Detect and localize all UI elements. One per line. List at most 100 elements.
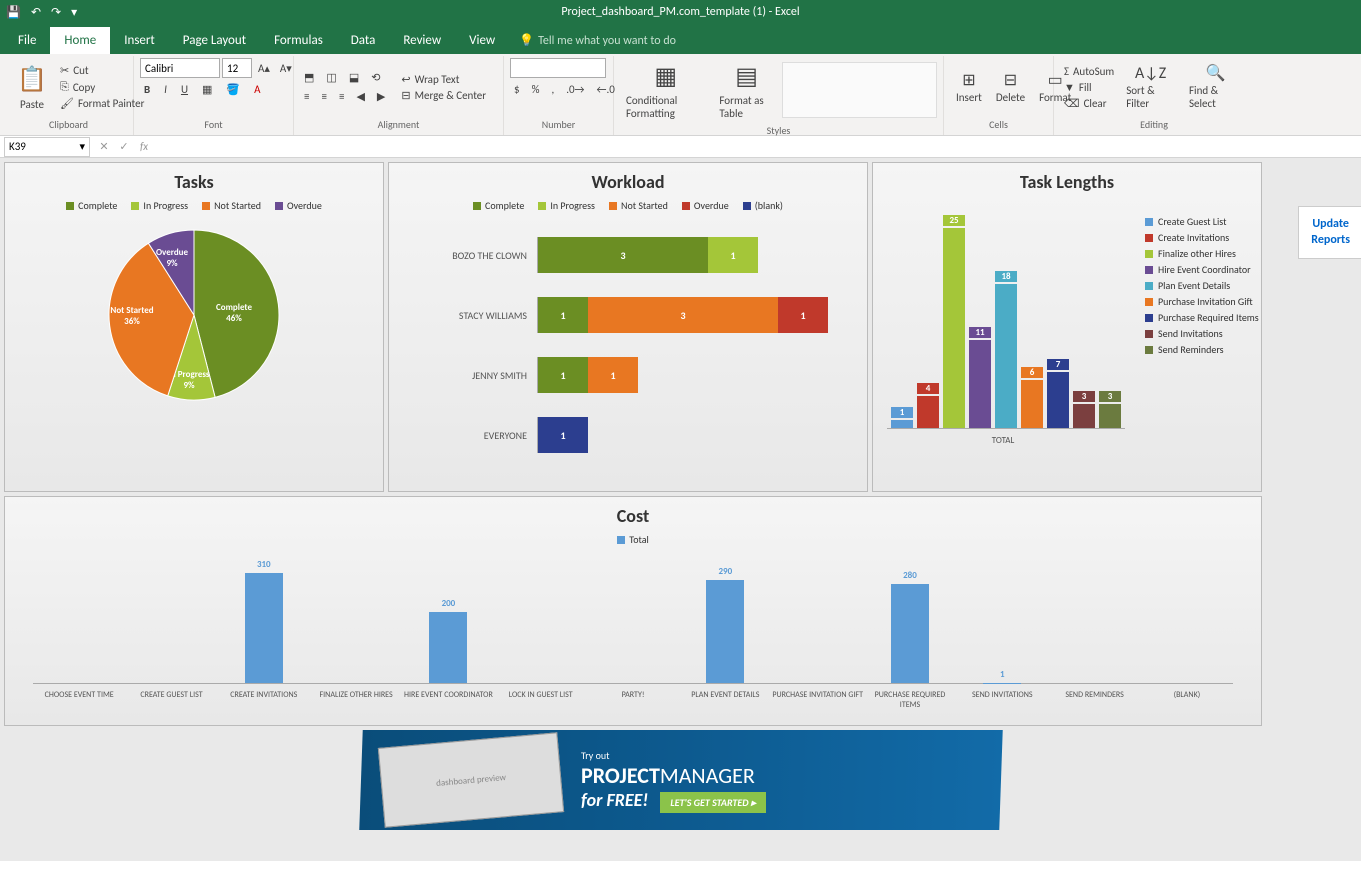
format-table-button[interactable]: ▤Format as Table: [713, 58, 779, 122]
find-label: Find & Select: [1189, 84, 1242, 110]
decrease-font-button[interactable]: A▾: [276, 58, 296, 78]
align-top-button[interactable]: ⬒: [300, 70, 318, 85]
wrap-label: Wrap Text: [415, 73, 460, 86]
tab-formulas[interactable]: Formulas: [260, 27, 337, 54]
workload-row: EVERYONE1: [427, 410, 829, 460]
name-box[interactable]: K39▾: [4, 137, 90, 157]
tl-title: Task Lengths: [881, 171, 1253, 193]
tl-bar: 1: [891, 420, 913, 428]
qat-dropdown-icon[interactable]: ▾: [71, 5, 77, 20]
sort-icon: A↓Z: [1142, 64, 1160, 82]
font-color-button[interactable]: A: [250, 82, 264, 97]
group-cells-label: Cells: [950, 116, 1047, 133]
cost-bar: 200: [402, 612, 494, 683]
insert-cells-button[interactable]: ⊞Insert: [950, 69, 988, 106]
workload-row: STACY WILLIAMS131: [427, 290, 829, 340]
promo-banner[interactable]: dashboard preview Try out PROJECTMANAGER…: [4, 730, 1357, 830]
group-styles-label: Styles: [620, 122, 937, 139]
tab-file[interactable]: File: [4, 27, 50, 54]
align-left-button[interactable]: ≡: [300, 89, 313, 104]
tell-me-search[interactable]: 💡 Tell me what you want to do: [509, 27, 686, 54]
save-icon[interactable]: 💾: [6, 5, 21, 20]
tab-view[interactable]: View: [455, 27, 509, 54]
merge-center-button[interactable]: ⊟ Merge & Center: [397, 88, 490, 103]
tasks-legend: CompleteIn ProgressNot StartedOverdue: [13, 199, 375, 212]
group-editing-label: Editing: [1060, 116, 1248, 133]
paste-label: Paste: [20, 98, 44, 111]
tl-bar: 3: [1099, 404, 1121, 428]
bold-button[interactable]: B: [140, 82, 154, 97]
tab-review[interactable]: Review: [389, 27, 455, 54]
orientation-button[interactable]: ⟲: [367, 70, 384, 85]
lightbulb-icon: 💡: [519, 33, 534, 48]
workload-chart-card[interactable]: Workload CompleteIn ProgressNot StartedO…: [388, 162, 868, 492]
cell-styles-gallery[interactable]: [782, 62, 937, 118]
cond-format-button[interactable]: ▦Conditional Formatting: [620, 58, 711, 122]
update-reports-button[interactable]: Update Reports: [1298, 206, 1361, 259]
cost-bar: 290: [679, 580, 771, 683]
scissors-icon: ✂: [60, 64, 69, 77]
tab-data[interactable]: Data: [337, 27, 390, 54]
insert-label: Insert: [956, 91, 982, 104]
comma-button[interactable]: ,: [547, 82, 558, 97]
align-mid-button[interactable]: ◫: [322, 70, 340, 85]
tl-xlabel: TOTAL: [881, 435, 1125, 446]
align-center-button[interactable]: ≡: [317, 89, 330, 104]
formula-input[interactable]: [154, 140, 1361, 153]
worksheet-area: Update Reports Tasks CompleteIn Progress…: [0, 158, 1361, 861]
currency-button[interactable]: $: [510, 82, 524, 97]
sort-filter-button[interactable]: A↓ZSort & Filter: [1120, 62, 1181, 112]
tl-bar: 7: [1047, 372, 1069, 428]
delete-cells-button[interactable]: ⊟Delete: [990, 69, 1031, 106]
align-bot-button[interactable]: ⬓: [345, 70, 363, 85]
svg-text:Overdue: Overdue: [156, 247, 189, 258]
autosum-button[interactable]: Σ AutoSum: [1060, 64, 1118, 79]
percent-button[interactable]: %: [528, 82, 544, 97]
tasks-chart-card[interactable]: Tasks CompleteIn ProgressNot StartedOver…: [4, 162, 384, 492]
tab-home[interactable]: Home: [50, 27, 110, 54]
indent-dec-button[interactable]: ◀: [352, 89, 368, 104]
underline-button[interactable]: U: [177, 82, 192, 97]
undo-icon[interactable]: ↶: [31, 5, 41, 20]
cost-bar: 280: [864, 584, 956, 683]
wrap-text-button[interactable]: ↩ Wrap Text: [397, 72, 490, 87]
cost-chart-card[interactable]: Cost Total 3102002902801 CHOOSE EVENT TI…: [4, 496, 1262, 726]
clear-button[interactable]: ⌫ Clear: [1060, 96, 1118, 111]
cancel-fx-button[interactable]: ✕: [94, 140, 114, 153]
redo-icon[interactable]: ↷: [51, 5, 61, 20]
workload-row: JENNY SMITH11: [427, 350, 829, 400]
clipboard-icon: 📋: [16, 64, 48, 96]
cf-label: Conditional Formatting: [626, 94, 705, 120]
banner-cta-button[interactable]: LET'S GET STARTED ▸: [660, 792, 765, 813]
banner-thumbnail: dashboard preview: [377, 732, 563, 827]
fill-button[interactable]: ▼ Fill: [1060, 80, 1118, 95]
ribbon-tabs: File Home Insert Page Layout Formulas Da…: [0, 24, 1361, 54]
font-size-select[interactable]: [222, 58, 252, 78]
paste-button[interactable]: 📋 Paste: [10, 62, 54, 113]
clear-label: Clear: [1084, 97, 1107, 110]
italic-button[interactable]: I: [160, 82, 171, 97]
tab-page-layout[interactable]: Page Layout: [169, 27, 260, 54]
tl-legend: Create Guest ListCreate InvitationsFinal…: [1125, 209, 1259, 446]
tl-bar: 6: [1021, 380, 1043, 428]
formula-bar: K39▾ ✕ ✓ fx: [0, 136, 1361, 158]
banner-tryout: Try out: [581, 749, 766, 762]
find-select-button[interactable]: 🔍 Find & Select: [1183, 62, 1248, 112]
title-bar: 💾 ↶ ↷ ▾ Project_dashboard_PM.com_templat…: [0, 0, 1361, 24]
enter-fx-button[interactable]: ✓: [114, 140, 134, 153]
task-lengths-chart-card[interactable]: Task Lengths 142511186733 TOTAL Create G…: [872, 162, 1262, 492]
group-alignment-label: Alignment: [300, 116, 497, 133]
increase-font-button[interactable]: A▴: [254, 58, 274, 78]
tab-insert[interactable]: Insert: [110, 27, 169, 54]
copy-label: Copy: [73, 81, 95, 94]
fx-button[interactable]: fx: [134, 140, 154, 153]
indent-inc-button[interactable]: ▶: [373, 89, 389, 104]
number-format-select[interactable]: [510, 58, 606, 78]
workload-row: BOZO THE CLOWN31: [427, 230, 829, 280]
search-icon: 🔍: [1207, 64, 1225, 82]
inc-decimal-button[interactable]: .0→: [562, 82, 588, 97]
font-name-select[interactable]: [140, 58, 220, 78]
fill-color-button[interactable]: 🪣: [222, 82, 244, 97]
border-button[interactable]: ▦: [198, 82, 216, 97]
align-right-button[interactable]: ≡: [335, 89, 348, 104]
